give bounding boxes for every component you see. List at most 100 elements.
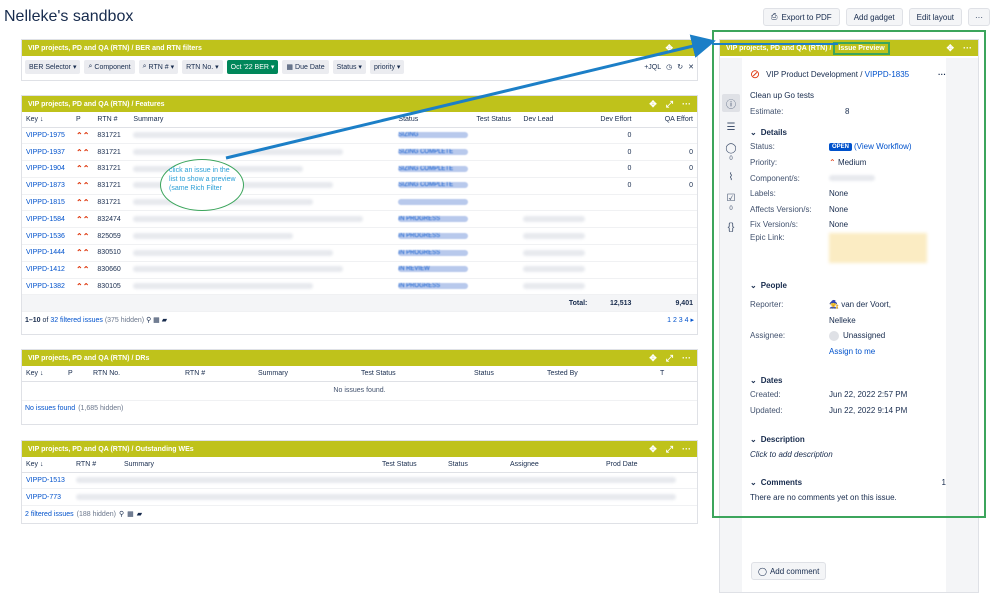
table-row[interactable]: VIPPD-1584 ⌃⌃ 832474 IN PROGRESS: [22, 210, 697, 229]
rtn-number-chip[interactable]: ⌕ RTN # ▾: [138, 60, 179, 74]
priority-chip[interactable]: priority ▾: [369, 60, 405, 74]
issue-key[interactable]: VIPPD-1382: [22, 278, 72, 296]
col-tested-by[interactable]: Tested By: [543, 366, 656, 382]
summary-cell[interactable]: [129, 244, 395, 262]
issue-key[interactable]: VIPPD-1904: [22, 160, 72, 178]
code-icon[interactable]: {}: [728, 222, 735, 233]
summary-cell[interactable]: [129, 227, 395, 246]
table-icon[interactable]: ▦: [127, 510, 134, 518]
summary-cell[interactable]: [129, 278, 395, 296]
summary-cell[interactable]: [129, 210, 395, 229]
status-chip[interactable]: Status ▾: [332, 60, 366, 74]
issue-key[interactable]: VIPPD-773: [22, 488, 72, 507]
col-test-status[interactable]: Test Status: [378, 457, 444, 473]
col-t[interactable]: T: [656, 366, 697, 382]
col-status[interactable]: Status: [394, 112, 473, 128]
add-gadget-button[interactable]: Add gadget: [845, 8, 903, 26]
move-icon[interactable]: ✥: [649, 353, 657, 364]
issue-key[interactable]: VIPPD-1937: [22, 143, 72, 162]
pin-icon[interactable]: ⚲: [119, 510, 124, 518]
table-row[interactable]: VIPPD-1382 ⌃⌃ 830105 IN PROGRESS: [22, 278, 697, 296]
issue-key[interactable]: VIPPD-1513: [22, 472, 72, 490]
close-icon[interactable]: ✕: [688, 63, 694, 71]
col-rtn[interactable]: RTN #: [72, 457, 120, 473]
table-row[interactable]: VIPPD-773: [22, 488, 697, 507]
more-button[interactable]: ···: [968, 8, 990, 26]
due-date-chip[interactable]: ▦ Due Date: [282, 60, 329, 74]
col-prod-date[interactable]: Prod Date: [602, 457, 697, 473]
expand-icon[interactable]: ⤢: [666, 99, 673, 110]
col-dev-effort[interactable]: Dev Effort: [591, 112, 636, 128]
col-assignee[interactable]: Assignee: [506, 457, 602, 473]
table-row[interactable]: VIPPD-1904 ⌃⌃ 831721 SIZING COMPLETE 0 0: [22, 160, 697, 178]
issue-key[interactable]: VIPPD-1412: [22, 261, 72, 279]
rtn-no-chip[interactable]: RTN No. ▾: [182, 60, 223, 74]
table-row[interactable]: VIPPD-1873 ⌃⌃ 831721 SIZING COMPLETE 0 0: [22, 177, 697, 195]
more-icon[interactable]: ···: [682, 444, 691, 455]
more-icon[interactable]: ···: [682, 99, 691, 110]
pin-icon[interactable]: ⚲: [146, 317, 151, 324]
col-rtn[interactable]: RTN #: [93, 112, 130, 128]
ber-selector-chip[interactable]: BER Selector ▾: [25, 60, 81, 74]
component-chip[interactable]: ⌕ Component: [84, 60, 135, 74]
more-icon[interactable]: ···: [682, 43, 691, 54]
view-workflow-link[interactable]: (View Workflow): [854, 142, 912, 151]
tag-icon[interactable]: ▰: [162, 317, 167, 324]
col-priority[interactable]: P: [72, 112, 94, 128]
attachment-icon[interactable]: ⌇: [729, 172, 734, 183]
col-key[interactable]: Key ↓: [22, 457, 72, 473]
col-rtn[interactable]: RTN #: [181, 366, 254, 382]
refresh-icon[interactable]: ↻: [677, 63, 683, 71]
move-icon[interactable]: ✥: [665, 43, 673, 54]
checklist-icon[interactable]: ☑: [727, 193, 736, 204]
table-row[interactable]: VIPPD-1513: [22, 472, 697, 490]
comment-icon[interactable]: ◯: [725, 143, 736, 154]
col-test-status[interactable]: Test Status: [472, 112, 520, 128]
more-icon[interactable]: ···: [938, 70, 946, 79]
col-test-status[interactable]: Test Status: [357, 366, 470, 382]
clock-icon[interactable]: ◷: [666, 63, 672, 71]
table-row[interactable]: VIPPD-1412 ⌃⌃ 830660 IN REVIEW: [22, 261, 697, 279]
project-link[interactable]: VIP Product Development: [766, 70, 858, 79]
issue-key[interactable]: VIPPD-1975: [22, 127, 72, 145]
tag-icon[interactable]: ▰: [137, 510, 142, 518]
more-icon[interactable]: ···: [682, 353, 691, 364]
lines-icon[interactable]: ☰: [727, 122, 736, 133]
move-icon[interactable]: ✥: [649, 99, 657, 110]
summary-cell[interactable]: [129, 261, 395, 279]
col-priority[interactable]: P: [64, 366, 89, 382]
table-row[interactable]: VIPPD-1975 ⌃⌃ 831721 SIZING 0: [22, 127, 697, 145]
col-summary[interactable]: Summary: [254, 366, 357, 382]
dates-section[interactable]: ⌄ Dates: [750, 373, 946, 387]
col-key[interactable]: Key ↓: [22, 112, 72, 128]
col-key[interactable]: Key ↓: [22, 366, 64, 382]
col-rtn-no[interactable]: RTN No.: [89, 366, 181, 382]
issue-key[interactable]: VIPPD-1584: [22, 210, 72, 229]
move-icon[interactable]: ✥: [649, 444, 657, 455]
no-issues-link[interactable]: No issues found: [25, 405, 75, 412]
issue-summary[interactable]: Clean up Go tests: [750, 88, 946, 104]
expand-icon[interactable]: ⤢: [666, 353, 673, 364]
filtered-issues-link[interactable]: 32 filtered issues: [50, 317, 103, 324]
details-section[interactable]: ⌄ Details: [750, 125, 946, 139]
table-row[interactable]: VIPPD-1937 ⌃⌃ 831721 SIZING COMPLETE 0 0: [22, 143, 697, 162]
issue-key[interactable]: VIPPD-1536: [22, 227, 72, 246]
table-row[interactable]: VIPPD-1444 ⌃⌃ 830510 IN PROGRESS: [22, 244, 697, 262]
table-row[interactable]: VIPPD-1815 ⌃⌃ 831721: [22, 194, 697, 212]
edit-layout-button[interactable]: Edit layout: [908, 8, 962, 26]
col-summary[interactable]: Summary: [129, 112, 395, 128]
col-status[interactable]: Status: [470, 366, 543, 382]
col-status[interactable]: Status: [444, 457, 506, 473]
filtered-issues-link[interactable]: 2 filtered issues: [25, 511, 74, 518]
expand-icon[interactable]: ⤢: [666, 444, 673, 455]
ber-oct-chip[interactable]: Oct '22 BER ▾: [226, 60, 279, 74]
summary-cell[interactable]: [129, 127, 395, 145]
people-section[interactable]: ⌄ People: [750, 279, 946, 293]
comments-section[interactable]: ⌄ Comments 1: [750, 476, 946, 490]
more-icon[interactable]: ···: [963, 43, 972, 54]
move-icon[interactable]: ✥: [946, 43, 954, 54]
jql-button[interactable]: +JQL: [644, 64, 661, 71]
table-row[interactable]: VIPPD-1536 ⌃⌃ 825059 IN PROGRESS: [22, 227, 697, 246]
col-dev-lead[interactable]: Dev Lead: [519, 112, 592, 128]
export-pdf-button[interactable]: ⎙ Export to PDF: [763, 8, 840, 26]
